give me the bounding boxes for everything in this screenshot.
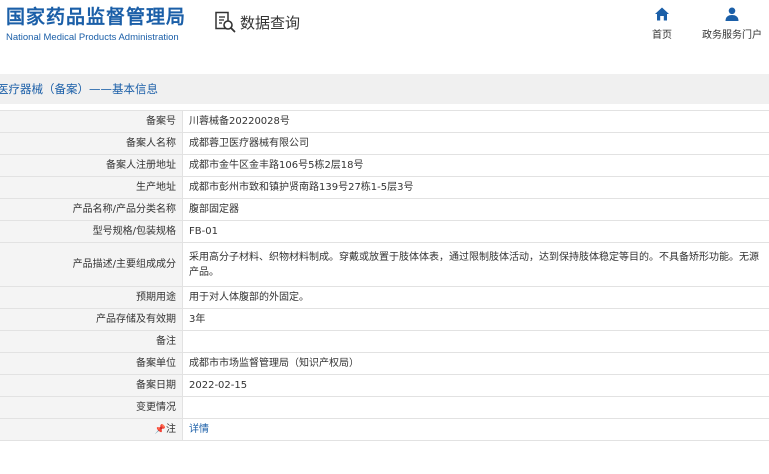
table-row: 备案日期 2022-02-15	[0, 374, 769, 397]
field-label: 产品存储及有效期	[0, 308, 183, 331]
table-row: 生产地址 成都市彭州市致和镇护贤南路139号27栋1-5层3号	[0, 176, 769, 199]
field-label: 预期用途	[0, 286, 183, 309]
field-value	[182, 396, 769, 419]
table-row: 变更情况	[0, 396, 769, 419]
field-label: 产品名称/产品分类名称	[0, 198, 183, 221]
field-value: FB-01	[182, 220, 769, 243]
table-row: 预期用途 用于对人体腹部的外固定。	[0, 286, 769, 309]
field-value	[182, 330, 769, 353]
field-value: 2022-02-15	[182, 374, 769, 397]
field-value: 用于对人体腹部的外固定。	[182, 286, 769, 309]
nav-portal-label: 政务服务门户	[702, 30, 762, 41]
data-query-heading: 数据查询	[214, 10, 300, 34]
user-icon	[698, 6, 766, 22]
field-value: 成都市彭州市致和镇护贤南路139号27栋1-5层3号	[182, 176, 769, 199]
field-value: 采用高分子材料、织物材料制成。穿戴或放置于肢体体表，通过限制肢体活动，达到保持肢…	[182, 242, 769, 287]
field-value: 腹部固定器	[182, 198, 769, 221]
org-name-cn: 国家药品监督管理局	[6, 6, 187, 28]
org-name-en: National Medical Products Administration	[6, 32, 179, 43]
table-row: 备案人名称 成都蓉卫医疗器械有限公司	[0, 132, 769, 155]
table-row: 产品描述/主要组成成分 采用高分子材料、织物材料制成。穿戴或放置于肢体体表，通过…	[0, 242, 769, 287]
table-row: 📌注 详情	[0, 418, 769, 441]
table-row: 备注	[0, 330, 769, 353]
table-row: 型号规格/包装规格 FB-01	[0, 220, 769, 243]
site-header: 国家药品监督管理局 National Medical Products Admi…	[0, 0, 769, 58]
field-label: 注	[166, 423, 176, 435]
table-row: 备案单位 成都市市场监督管理局（知识产权局）	[0, 352, 769, 375]
note-label-cell: 📌注	[0, 418, 183, 441]
field-label: 型号规格/包装规格	[0, 220, 183, 243]
site-logo[interactable]: 国家药品监督管理局 National Medical Products Admi…	[6, 5, 186, 43]
table-row: 产品存储及有效期 3年	[0, 308, 769, 331]
field-value: 3年	[182, 308, 769, 331]
table-row: 备案号 川蓉械备20220028号	[0, 110, 769, 133]
details-link[interactable]: 详情	[189, 424, 209, 435]
field-label: 备案人注册地址	[0, 154, 183, 177]
data-search-icon	[214, 11, 236, 33]
table-row: 产品名称/产品分类名称 腹部固定器	[0, 198, 769, 221]
field-label: 备案日期	[0, 374, 183, 397]
section-header: 医疗器械（备案）——基本信息	[0, 74, 769, 104]
field-value: 成都市金牛区金丰路106号5栋2层18号	[182, 154, 769, 177]
field-label: 备案人名称	[0, 132, 183, 155]
nav-government-service-portal[interactable]: 政务服务门户	[698, 6, 766, 41]
field-value: 成都蓉卫医疗器械有限公司	[182, 132, 769, 155]
field-label: 备注	[0, 330, 183, 353]
nav-home-label: 首页	[652, 30, 672, 41]
nav-home[interactable]: 首页	[648, 6, 676, 41]
field-label: 备案号	[0, 110, 183, 133]
pin-icon: 📌	[154, 424, 166, 435]
field-label: 变更情况	[0, 396, 183, 419]
data-query-label: 数据查询	[240, 13, 301, 32]
field-value: 川蓉械备20220028号	[182, 110, 769, 133]
device-info-table: 备案号 川蓉械备20220028号 备案人名称 成都蓉卫医疗器械有限公司 备案人…	[0, 110, 769, 441]
table-row: 备案人注册地址 成都市金牛区金丰路106号5栋2层18号	[0, 154, 769, 177]
field-label: 生产地址	[0, 176, 183, 199]
field-label: 产品描述/主要组成成分	[0, 242, 183, 287]
field-value: 详情	[182, 418, 769, 441]
field-value: 成都市市场监督管理局（知识产权局）	[182, 352, 769, 375]
home-icon	[648, 6, 676, 22]
section-title: 医疗器械（备案）——基本信息	[0, 82, 158, 96]
field-label: 备案单位	[0, 352, 183, 375]
